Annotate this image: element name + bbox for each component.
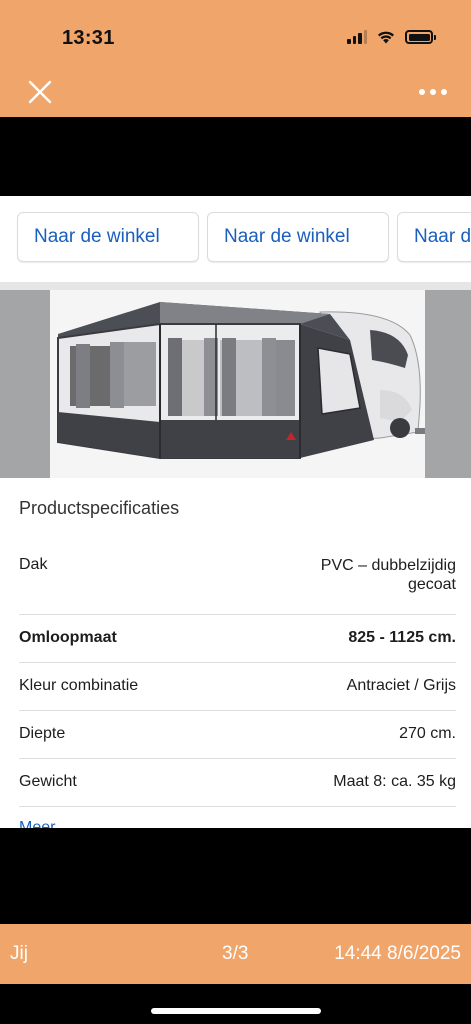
spec-row: Gewicht Maat 8: ca. 35 kg (19, 759, 456, 807)
status-icons (347, 30, 436, 44)
spec-row: Kleur combinatie Antraciet / Grijs (19, 663, 456, 711)
more-options-button[interactable] (417, 84, 449, 100)
specs-title: Productspecificaties (19, 498, 180, 518)
battery-icon (405, 30, 436, 44)
bottom-info-bar: Jij 3/3 14:44 8/6/2025 (0, 924, 471, 984)
timestamp: 14:44 8/6/2025 (334, 943, 461, 964)
more-specs-link[interactable]: Meer tonen (19, 816, 99, 828)
shop-buttons-row: Naar de winkel Naar de winkel Naar de wi… (17, 212, 471, 264)
spec-row: Omloopmaat 825 - 1125 cm. (19, 615, 456, 663)
spec-label: Kleur combinatie (19, 677, 139, 694)
spec-label: Omloopmaat (19, 629, 117, 646)
home-indicator[interactable] (151, 1008, 321, 1014)
product-image-frame (0, 290, 471, 478)
more-specs-link-label: Meer tonen (19, 819, 56, 828)
spec-value: Antraciet / Grijs (346, 677, 456, 694)
spec-value: Maat 8: ca. 35 kg (333, 773, 456, 790)
sender-label: Jij (10, 943, 28, 964)
spec-row: Diepte 270 cm. (19, 711, 456, 759)
close-icon (28, 80, 52, 104)
shop-button[interactable]: Naar de winkel (17, 212, 199, 262)
top-bar: 13:31 (0, 0, 471, 117)
wifi-icon (378, 31, 394, 44)
signal-icon (347, 30, 367, 44)
more-horizontal-icon (419, 89, 425, 95)
spec-value: 270 cm. (399, 725, 456, 742)
photo-counter: 3/3 (222, 943, 249, 964)
spec-value: PVC – dubbelzijdig gecoat (320, 557, 456, 593)
awning-tent-caravan-image (50, 290, 425, 478)
specs-table: Dak PVC – dubbelzijdig gecoat Omloopmaat… (19, 542, 456, 807)
spec-label: Gewicht (19, 773, 77, 790)
photo-viewer: 13:31 Naar de winkel Naar de winkel Naar… (0, 0, 471, 1024)
spec-label: Dak (19, 556, 48, 573)
shop-button[interactable]: Naar de winkel (207, 212, 389, 262)
status-time: 13:31 (62, 27, 115, 49)
spec-row: Dak PVC – dubbelzijdig gecoat (19, 542, 456, 615)
spec-value: 825 - 1125 cm. (348, 629, 456, 646)
spec-label: Diepte (19, 725, 66, 742)
shop-button[interactable]: Naar de winkel (397, 212, 471, 262)
close-button[interactable] (24, 76, 56, 108)
shared-screenshot: Naar de winkel Naar de winkel Naar de wi… (0, 196, 471, 828)
